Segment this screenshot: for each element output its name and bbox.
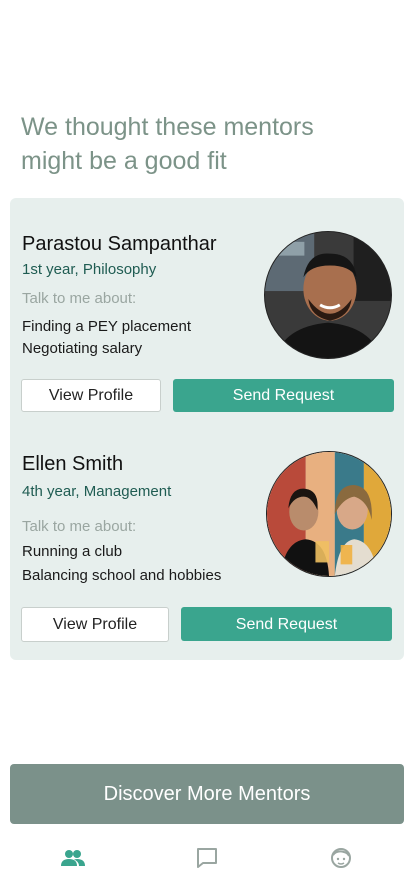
avatar-photo xyxy=(267,452,391,576)
talk-label: Talk to me about: xyxy=(22,290,137,307)
mentor-avatar xyxy=(266,451,392,577)
mentor-year: 1st year, Philosophy xyxy=(22,261,157,278)
mentor-avatar xyxy=(264,231,392,359)
tab-profile[interactable] xyxy=(328,846,354,870)
topic-item: Balancing school and hobbies xyxy=(22,567,222,584)
mentor-year: 4th year, Management xyxy=(22,483,172,500)
view-profile-button[interactable]: View Profile xyxy=(21,607,169,642)
face-icon xyxy=(331,848,351,868)
send-request-button[interactable]: Send Request xyxy=(173,379,394,412)
tab-mentors[interactable] xyxy=(60,846,86,870)
topic-item: Running a club xyxy=(22,543,123,560)
bottom-tab-bar xyxy=(0,838,414,878)
topic-item: Negotiating salary xyxy=(22,340,143,357)
send-request-button[interactable]: Send Request xyxy=(181,607,392,641)
talk-label: Talk to me about: xyxy=(22,518,137,535)
mentor-name: Parastou Sampanthar xyxy=(22,233,217,255)
mentor-name: Ellen Smith xyxy=(22,453,124,475)
discover-more-mentors-button[interactable]: Discover More Mentors xyxy=(10,764,404,824)
chat-icon xyxy=(197,848,217,868)
people-icon xyxy=(61,850,85,866)
avatar-photo xyxy=(265,232,391,358)
tab-messages[interactable] xyxy=(194,846,220,870)
topic-item: Finding a PEY placement xyxy=(22,318,191,335)
view-profile-button[interactable]: View Profile xyxy=(21,379,161,412)
page-heading: We thought these mentors might be a good… xyxy=(21,113,314,175)
mentor-list: Parastou Sampanthar 1st year, Philosophy… xyxy=(10,198,404,660)
